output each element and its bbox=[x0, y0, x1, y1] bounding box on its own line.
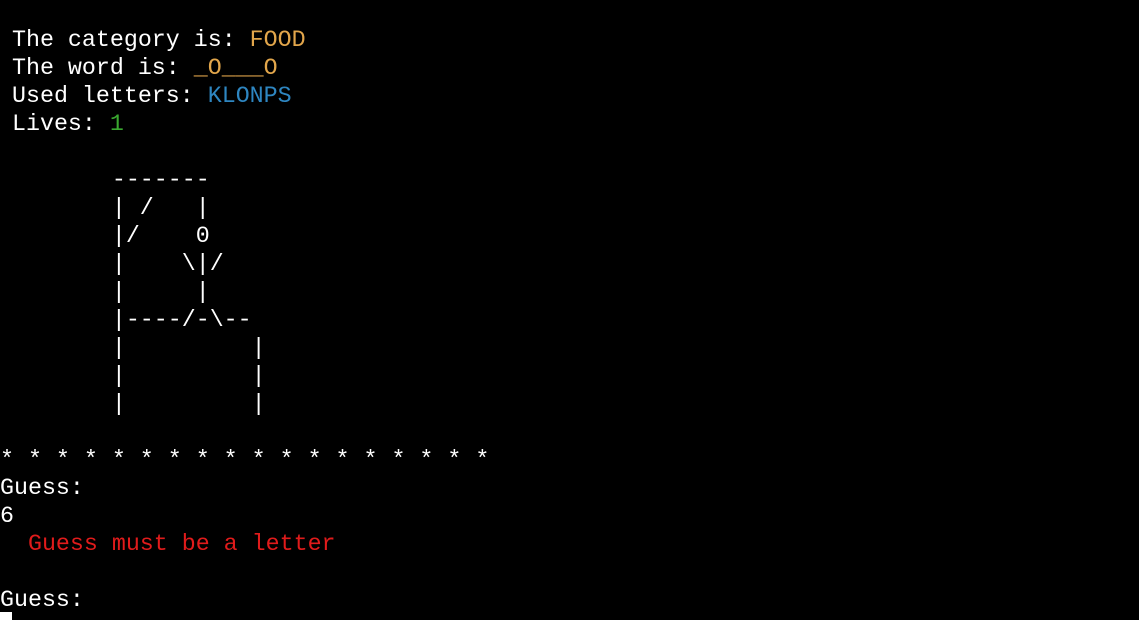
gallows-line: | \|/ bbox=[0, 251, 224, 277]
word-value: _O___O bbox=[193, 55, 278, 81]
gallows-line: |/ 0 bbox=[0, 223, 210, 249]
lives-line: Lives: 1 bbox=[12, 110, 124, 138]
error-message: Guess must be a letter bbox=[0, 531, 336, 557]
lives-label: Lives: bbox=[12, 111, 110, 137]
gallows-line: | | bbox=[0, 279, 210, 305]
used-letters-label: Used letters: bbox=[12, 83, 208, 109]
guess-input-echo: 6 bbox=[0, 503, 14, 529]
word-line: The word is: _O___O bbox=[12, 54, 278, 82]
category-label: The category is: bbox=[12, 27, 250, 53]
gallows-line: | | bbox=[0, 335, 266, 361]
gallows-line: |----/-\-- bbox=[0, 307, 252, 333]
gallows-line: | / | bbox=[0, 195, 210, 221]
terminal-window[interactable]: The category is: FOOD The word is: _O___… bbox=[0, 0, 1139, 620]
gallows-line: ------- bbox=[0, 167, 210, 193]
used-letters-line: Used letters: KLONPS bbox=[12, 82, 292, 110]
category-line: The category is: FOOD bbox=[12, 26, 306, 54]
text-cursor[interactable] bbox=[0, 612, 12, 620]
gallows-line: | | bbox=[0, 363, 266, 389]
guess-prompt-active: Guess: bbox=[0, 587, 84, 613]
separator-line: * * * * * * * * * * * * * * * * * * bbox=[0, 447, 490, 473]
category-value: FOOD bbox=[249, 27, 306, 53]
used-letters-value: KLONPS bbox=[207, 83, 292, 109]
gallows-line: | | bbox=[0, 391, 266, 417]
word-label: The word is: bbox=[12, 55, 194, 81]
lives-value: 1 bbox=[109, 111, 124, 137]
guess-prompt: Guess: bbox=[0, 475, 84, 501]
